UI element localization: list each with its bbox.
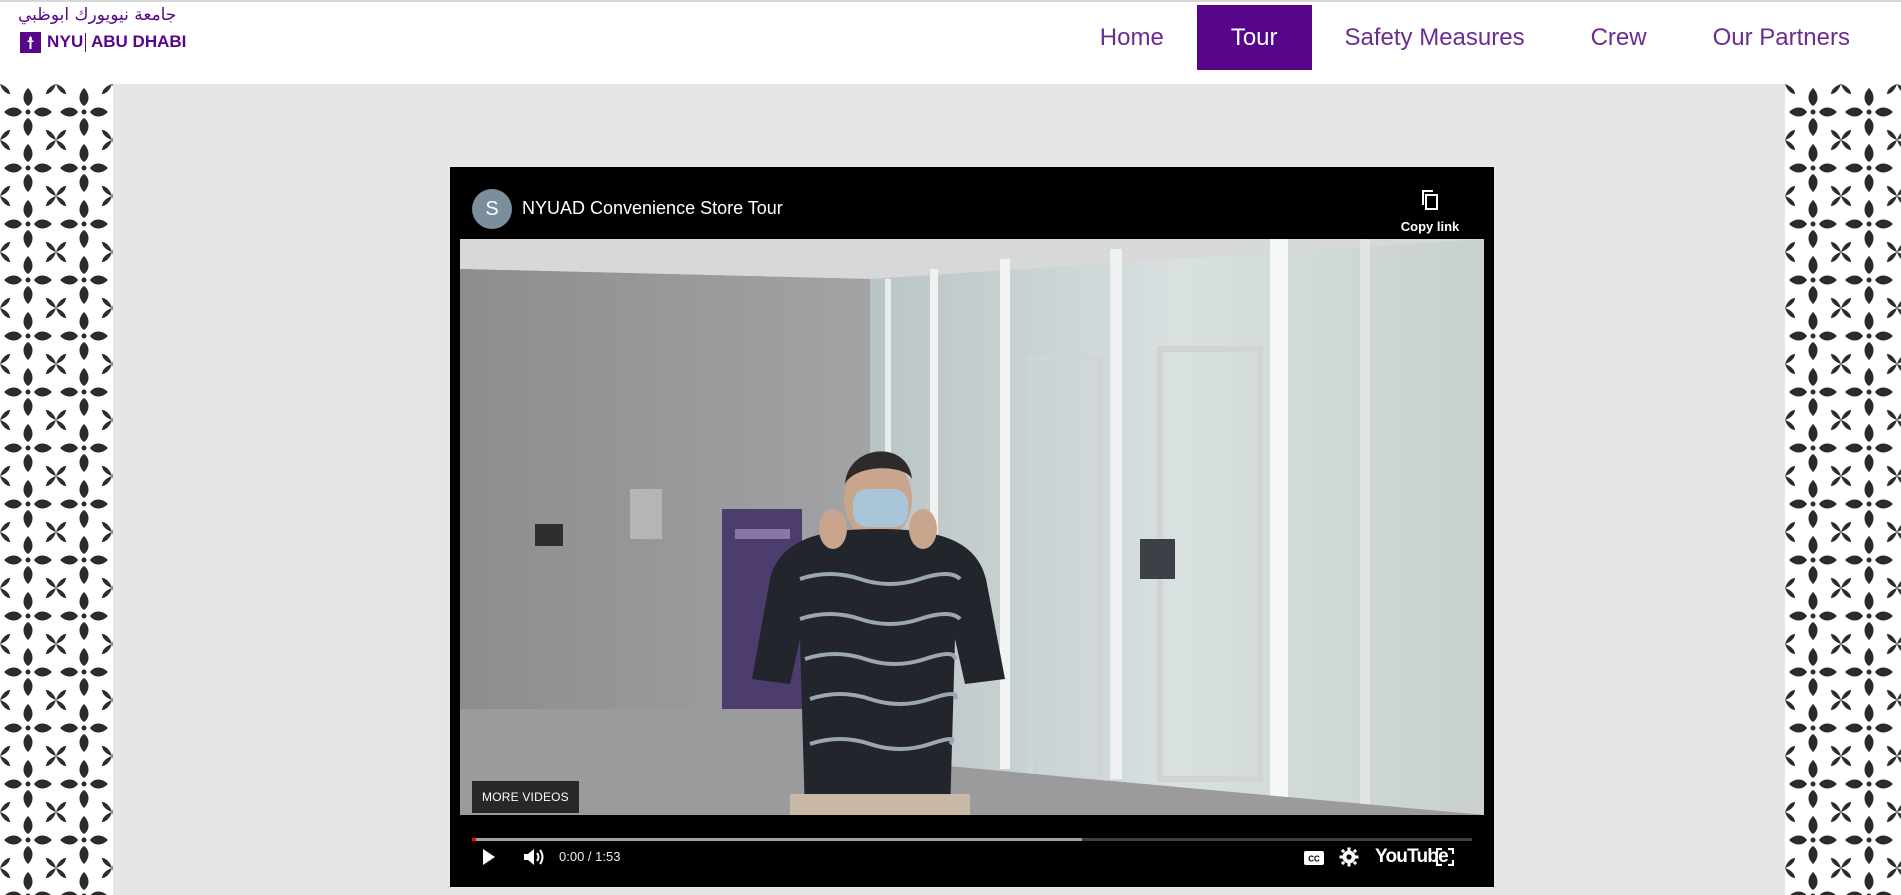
right-decorative-pattern [1785, 84, 1901, 895]
nav-home[interactable]: Home [1067, 5, 1197, 70]
svg-text:CC: CC [1308, 855, 1320, 864]
fullscreen-icon [1435, 847, 1455, 870]
logo-arabic-text: جامعة نيويورك ابوظبي [18, 5, 177, 25]
logo-campus-text: ABU DHABI [91, 32, 187, 51]
captions-button[interactable]: CC [1303, 850, 1325, 871]
copy-link-button[interactable]: Copy link [1398, 189, 1462, 234]
nav-crew[interactable]: Crew [1558, 5, 1680, 70]
settings-button[interactable] [1339, 847, 1359, 872]
main-nav: Home Tour Safety Measures Crew Our Partn… [1067, 5, 1883, 70]
nav-our-partners[interactable]: Our Partners [1680, 5, 1883, 70]
nyu-abu-dhabi-logo[interactable]: جامعة نيويورك ابوظبي NYU ABU DHABI [18, 5, 208, 53]
logo-nyu-text: NYU [47, 32, 84, 51]
channel-avatar[interactable]: S [472, 189, 512, 229]
top-navbar: جامعة نيويورك ابوظبي NYU ABU DHABI Home … [0, 0, 1901, 84]
more-videos-button[interactable]: MORE VIDEOS [472, 781, 579, 813]
play-button[interactable] [478, 847, 498, 872]
logo-divider [85, 33, 86, 52]
video-title[interactable]: NYUAD Convenience Store Tour [522, 198, 783, 219]
left-decorative-pattern [0, 84, 113, 895]
time-display: 0:00 / 1:53 [559, 849, 621, 864]
progress-buffered [472, 838, 1082, 841]
play-icon [478, 849, 498, 871]
captions-icon: CC [1303, 851, 1325, 870]
youtube-video-embed[interactable]: S NYUAD Convenience Store Tour Copy link [450, 167, 1494, 887]
torch-icon [20, 32, 41, 53]
copy-icon [1420, 190, 1440, 215]
nav-safety-measures[interactable]: Safety Measures [1312, 5, 1558, 70]
progress-bar[interactable] [472, 838, 1472, 841]
volume-icon [522, 849, 546, 872]
copy-link-label: Copy link [1400, 219, 1460, 234]
nav-tour[interactable]: Tour [1196, 5, 1312, 70]
progress-played [472, 838, 476, 841]
fullscreen-button[interactable] [1435, 847, 1455, 871]
video-frame[interactable] [460, 239, 1484, 815]
settings-icon [1339, 847, 1359, 871]
mute-button[interactable] [522, 846, 546, 873]
